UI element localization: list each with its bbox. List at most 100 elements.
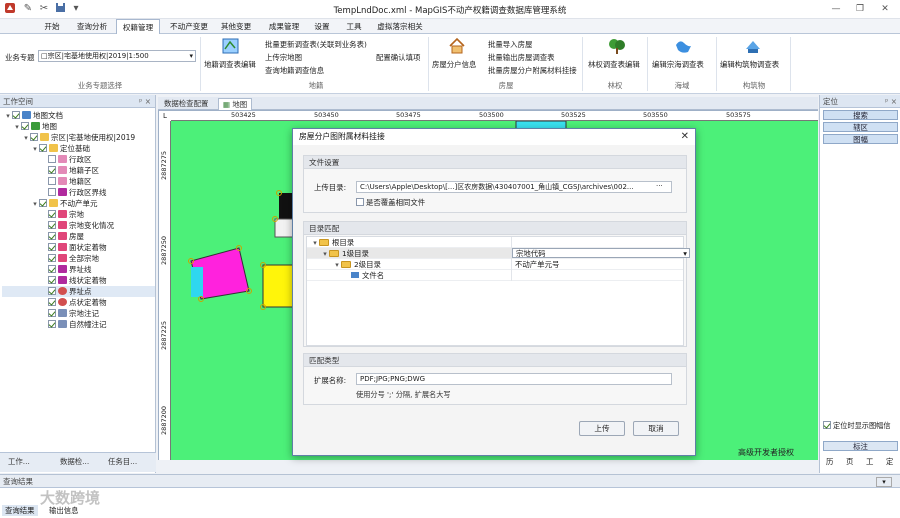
map-sheet-button[interactable]: 图幅 <box>823 134 898 144</box>
config-required-items-button[interactable]: 配置确认填项 <box>376 52 420 63</box>
tab-cadastral-management[interactable]: 权籍管理 <box>116 19 160 35</box>
checkbox-checked[interactable] <box>48 166 56 174</box>
checkbox-unchecked[interactable] <box>48 177 56 185</box>
checkbox-checked[interactable] <box>48 254 56 262</box>
batch-export-house-survey-button[interactable]: 批量输出房屋调查表 <box>488 52 555 63</box>
layer-tree-node[interactable]: 地籍子区 <box>2 165 155 176</box>
tab-task-catalog[interactable]: 任务目... <box>108 456 137 467</box>
upload-dir-input[interactable]: C:\Users\Apple\Desktop\[...]区农房数据\430407… <box>356 181 672 193</box>
layer-tree-node[interactable]: ▾ 定位基础 <box>2 143 155 154</box>
checkbox-checked[interactable] <box>48 309 56 317</box>
collapse-icon[interactable]: ▾ <box>31 144 39 155</box>
tab-tools[interactable]: 工具 <box>340 19 368 34</box>
layer-tree-node[interactable]: ▾ 不动产单元 <box>2 198 155 209</box>
ext-input[interactable]: PDF;JPG;PNG;DWG <box>356 373 672 385</box>
dir-tree-row[interactable]: ▾ 2级目录 不动产单元号 <box>307 259 683 270</box>
tab-other-change[interactable]: 其他变更 <box>216 19 256 34</box>
batch-update-survey-button[interactable]: 批量更新调查表(关联到业务表) <box>265 39 367 50</box>
batch-import-house-button[interactable]: 批量导入房屋 <box>488 39 532 50</box>
tab-results-management[interactable]: 成果管理 <box>262 19 306 34</box>
layer-tree-node[interactable]: 行政区 <box>2 154 155 165</box>
right-bottom-tab[interactable]: 页 <box>846 456 853 467</box>
collapse-icon[interactable]: ▾ <box>13 122 21 133</box>
checkbox-checked[interactable] <box>30 133 38 141</box>
close-icon[interactable]: ✕ <box>874 1 896 17</box>
tab-virtual-parcel[interactable]: 虚拟落宗相关 <box>372 19 428 34</box>
browse-ellipsis-icon[interactable]: ··· <box>656 182 663 190</box>
structure-survey-edit-button[interactable]: 编辑构筑物调查表 <box>720 37 784 73</box>
collapse-icon[interactable]: ▾ <box>4 111 12 122</box>
layer-tree-node[interactable]: 点状定着物 <box>2 297 155 308</box>
cancel-button[interactable]: 取消 <box>633 421 679 436</box>
tab-property-change[interactable]: 不动产变更 <box>164 19 214 34</box>
layer-tree-node[interactable]: 全部宗地 <box>2 253 155 264</box>
checkbox-checked[interactable] <box>48 243 56 251</box>
show-sheet-info-checkbox[interactable]: 定位时显示图幅信 <box>823 421 891 431</box>
checkbox-checked[interactable] <box>21 122 29 130</box>
sea-survey-edit-button[interactable]: 编辑宗海调查表 <box>652 37 712 73</box>
layer-tree-node[interactable]: ▾ 地图文档 <box>2 110 155 121</box>
overwrite-checkbox[interactable]: 是否覆盖相同文件 <box>356 197 425 208</box>
collapse-icon[interactable]: ▾ <box>22 133 30 144</box>
checkbox-checked[interactable] <box>39 199 47 207</box>
panel-pin-close-icon[interactable]: ᵖ × <box>139 95 155 108</box>
checkbox-unchecked[interactable] <box>48 155 56 163</box>
dir-tree-row[interactable]: 文件名 <box>307 270 683 281</box>
close-icon[interactable]: ✕ <box>681 129 689 145</box>
right-bottom-tab[interactable]: 历 <box>826 456 833 467</box>
right-bottom-tab[interactable]: 定 <box>886 456 893 467</box>
right-bottom-tab[interactable]: 工 <box>866 456 873 467</box>
collapse-icon[interactable]: ▾ <box>31 199 39 210</box>
tab-start[interactable]: 开始 <box>38 19 66 34</box>
level2-field-value[interactable]: 不动产单元号 <box>515 259 559 270</box>
forest-survey-edit-button[interactable]: 林权调查表编辑 <box>588 37 642 73</box>
checkbox-checked[interactable] <box>48 320 56 328</box>
layer-tree-node[interactable]: 界址线 <box>2 264 155 275</box>
checkbox-checked[interactable] <box>12 111 20 119</box>
checkbox-checked[interactable] <box>48 276 56 284</box>
layer-tree-node[interactable]: 宗地 <box>2 209 155 220</box>
checkbox-checked[interactable] <box>48 210 56 218</box>
restore-icon[interactable]: ❐ <box>849 1 871 17</box>
query-land-survey-button[interactable]: 查询地籍调查信息 <box>265 65 324 76</box>
dir-tree-row[interactable]: ▾ 1级目录 宗地代码 ▾ <box>307 248 690 259</box>
doc-tab-data-check-config[interactable]: 数据检查配置 <box>160 98 212 110</box>
layer-tree-node[interactable]: 自然幢注记 <box>2 319 155 330</box>
layer-tree-node[interactable]: 线状定着物 <box>2 275 155 286</box>
layer-tree-node[interactable]: 行政区界线 <box>2 187 155 198</box>
search-button[interactable]: 搜索 <box>823 110 898 120</box>
jurisdiction-button[interactable]: 辖区 <box>823 122 898 132</box>
tab-query-results[interactable]: 查询结果 <box>2 505 38 516</box>
layer-tree-node[interactable]: 宗地变化情况 <box>2 220 155 231</box>
layer-tree-node[interactable]: 宗地注记 <box>2 308 155 319</box>
business-topic-combo[interactable]: □宗区|宅基地使用权|2019|1:500 ▾ <box>38 50 196 62</box>
upload-button[interactable]: 上传 <box>579 421 625 436</box>
checkbox-checked[interactable] <box>39 144 47 152</box>
checkbox-checked[interactable] <box>48 265 56 273</box>
tab-query-analysis[interactable]: 查询分析 <box>70 19 114 34</box>
layer-tree-node[interactable]: ▾ 地图 <box>2 121 155 132</box>
layer-tree-node[interactable]: 房屋 <box>2 231 155 242</box>
batch-house-attach-button[interactable]: 批量房屋分户附属材料挂接 <box>488 65 577 76</box>
upload-parcel-map-button[interactable]: 上传宗地图 <box>265 52 302 63</box>
scroll-down-icon[interactable]: ▾ <box>876 477 892 487</box>
annotation-tab[interactable]: 标注 <box>823 441 898 451</box>
land-survey-edit-button[interactable]: 地籍调查表编辑 <box>204 37 260 73</box>
layer-tree-node[interactable]: 界址点 <box>2 286 155 297</box>
layer-tree-node[interactable]: ▾ 宗区|宅基地使用权|2019 <box>2 132 155 143</box>
layer-tree-node[interactable]: 地籍区 <box>2 176 155 187</box>
checkbox-checked[interactable] <box>48 232 56 240</box>
checkbox-checked[interactable] <box>48 221 56 229</box>
minimize-icon[interactable]: — <box>825 1 847 17</box>
checkbox-checked[interactable] <box>48 298 56 306</box>
checkbox-unchecked[interactable] <box>48 188 56 196</box>
tab-settings[interactable]: 设置 <box>308 19 336 34</box>
dir-tree-row[interactable]: ▾ 根目录 <box>307 237 683 248</box>
house-household-info-button[interactable]: 房屋分户信息 <box>432 37 482 73</box>
layer-tree-node[interactable]: 面状定着物 <box>2 242 155 253</box>
level1-field-select[interactable]: 宗地代码 ▾ <box>512 248 690 258</box>
doc-tab-map[interactable]: ▦ 地图 <box>218 98 253 110</box>
tab-data-check[interactable]: 数据检... <box>60 456 89 467</box>
checkbox-checked[interactable] <box>48 287 56 295</box>
tab-workspace[interactable]: 工作... <box>8 456 30 467</box>
